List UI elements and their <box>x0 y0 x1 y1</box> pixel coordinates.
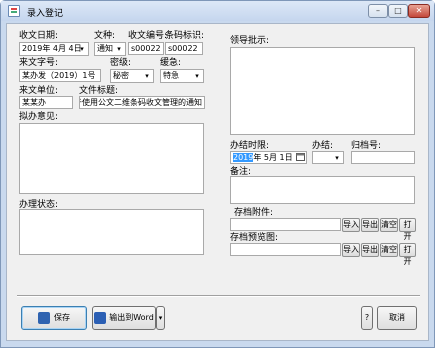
draft-opinion-label: 拟办意见: <box>19 112 59 122</box>
barcode-input[interactable]: s00022 <box>165 42 203 55</box>
form-area: 收文日期: 2019年 4月 4日 ▾ 文种: 通知 ▾ 收文编号: s0002… <box>6 23 429 341</box>
urgency-dropdown-icon[interactable]: ▾ <box>191 70 203 82</box>
draft-opinion-textarea[interactable] <box>19 123 204 194</box>
doc-type-label: 文种: <box>94 31 116 41</box>
secret-level-value: 秘密 <box>113 71 129 80</box>
barcode-label: 条码标识: <box>165 31 205 41</box>
archive-no-input[interactable] <box>351 151 415 164</box>
preview-import-button[interactable]: 导入 <box>342 243 360 257</box>
urgency-value: 特急 <box>163 71 179 80</box>
leader-instruction-textarea[interactable] <box>230 47 415 135</box>
source-unit-input[interactable]: 某某办 <box>19 96 73 109</box>
attachment-open-button[interactable]: 打开 <box>399 218 416 241</box>
window-title: 录入登记 <box>27 9 64 19</box>
preview-clear-button[interactable]: 清空 <box>380 243 398 257</box>
preview-open-button[interactable]: 打开 <box>399 243 416 266</box>
attachment-import-button[interactable]: 导入 <box>342 218 360 232</box>
receive-date-label: 收文日期: <box>19 31 59 41</box>
title-bar[interactable]: 录入登记 – □ ✕ <box>1 1 434 21</box>
save-button[interactable]: 保存 <box>21 306 87 330</box>
doc-type-value: 通知 <box>97 44 113 53</box>
word-icon <box>94 311 107 324</box>
source-no-label: 来文字号: <box>19 58 59 68</box>
doc-title-input[interactable]: 关于使用公文二维条码收文管理的通知 <box>79 96 205 109</box>
export-options-dropdown[interactable]: ▾ <box>156 306 165 330</box>
minimize-button[interactable]: – <box>368 4 388 18</box>
urgency-select[interactable]: 特急 ▾ <box>160 69 204 83</box>
export-word-button[interactable]: 输出到Word <box>92 306 156 330</box>
done-dropdown-icon[interactable]: ▾ <box>331 152 343 163</box>
cancel-button[interactable]: 取消 <box>377 306 417 330</box>
calendar-icon <box>295 153 305 161</box>
save-icon <box>38 311 50 324</box>
deadline-year-selected: 2019 <box>233 153 254 162</box>
app-icon <box>8 5 20 17</box>
attachment-export-button[interactable]: 导出 <box>361 218 379 232</box>
help-button[interactable]: ? <box>361 306 373 330</box>
footer-divider <box>17 295 420 297</box>
save-button-label: 保存 <box>54 313 70 322</box>
receive-date-picker[interactable]: 2019年 4月 4日 ▾ <box>19 42 89 56</box>
deadline-date-picker[interactable]: 2019年 5月 1日 <box>230 151 307 164</box>
receive-no-label: 收文编号: <box>128 31 168 41</box>
receive-date-dropdown-icon[interactable]: ▾ <box>76 43 88 55</box>
doc-title-value: 关于使用公文二维条码收文管理的通知 <box>79 98 202 107</box>
handling-status-textarea[interactable] <box>19 209 204 255</box>
source-no-input[interactable]: 某办发（2019）1号 <box>19 69 101 82</box>
archive-attachment-input[interactable] <box>230 218 341 231</box>
urgency-label: 缓急: <box>160 58 182 68</box>
close-button[interactable]: ✕ <box>408 4 430 18</box>
receive-date-value: 2019年 4月 4日 <box>22 44 82 53</box>
receive-no-input[interactable]: s00022 <box>128 42 164 55</box>
maximize-button[interactable]: □ <box>388 4 408 18</box>
export-word-label: 输出到Word <box>109 313 154 322</box>
archive-preview-input[interactable] <box>230 243 341 256</box>
calendar-dropdown-icon[interactable] <box>294 152 306 163</box>
leader-instruction-label: 领导批示: <box>230 36 270 46</box>
secret-level-dropdown-icon[interactable]: ▾ <box>141 70 153 82</box>
preview-export-button[interactable]: 导出 <box>361 243 379 257</box>
deadline-date-rest: 年 5月 1日 <box>253 153 293 162</box>
done-select[interactable]: ▾ <box>312 151 344 164</box>
doc-type-select[interactable]: 通知 ▾ <box>94 42 126 56</box>
secret-level-label: 密级: <box>110 58 132 68</box>
secret-level-select[interactable]: 秘密 ▾ <box>110 69 154 83</box>
doc-type-dropdown-icon[interactable]: ▾ <box>113 43 125 55</box>
dialog-window: 录入登记 – □ ✕ 收文日期: 2019年 4月 4日 ▾ 文种: 通知 ▾ … <box>0 0 435 348</box>
attachment-clear-button[interactable]: 清空 <box>380 218 398 232</box>
remark-textarea[interactable] <box>230 176 415 204</box>
